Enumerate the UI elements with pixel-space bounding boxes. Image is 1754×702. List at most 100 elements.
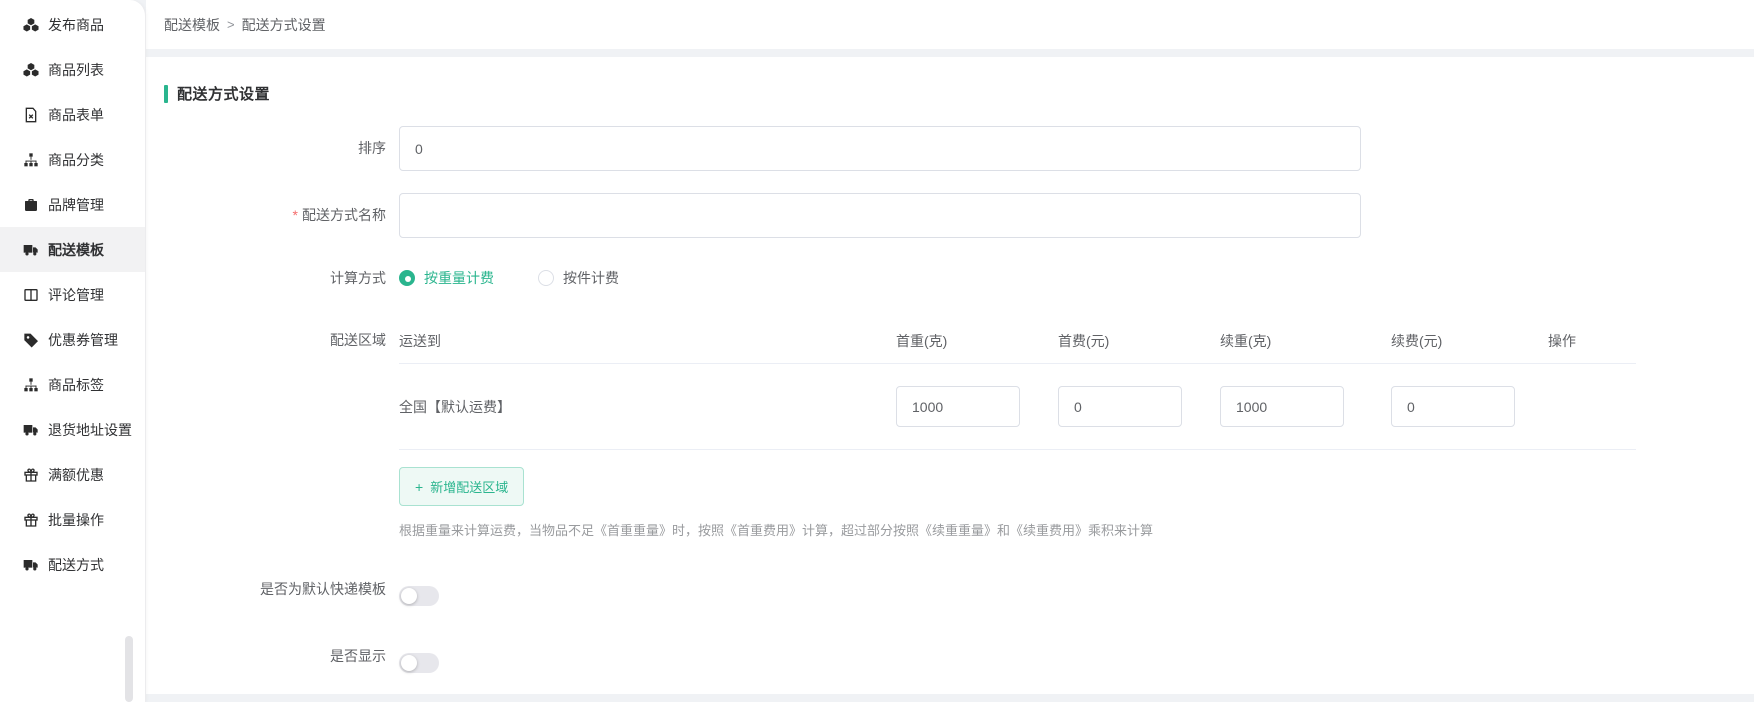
sidebar-item-5[interactable]: 配送模板 (0, 227, 145, 272)
area-table-header-4: 续费(元) (1391, 331, 1548, 351)
breadcrumb-parent[interactable]: 配送模板 (164, 15, 220, 35)
sidebar-menu: 发布商品商品列表商品表单商品分类品牌管理配送模板评论管理优惠券管理商品标签退货地… (0, 2, 145, 587)
sidebar-item-3[interactable]: 商品分类 (0, 137, 145, 182)
sort-input[interactable] (399, 126, 1361, 171)
sidebar-item-label: 优惠券管理 (48, 330, 118, 350)
default-template-field (399, 574, 1754, 606)
breadcrumb-separator: > (227, 17, 235, 32)
breadcrumb-bar: 配送模板 > 配送方式设置 (146, 0, 1754, 49)
default-template-row: 是否为默认快递模板 (164, 567, 1754, 612)
cubes-icon (23, 17, 39, 33)
required-asterisk: * (293, 207, 298, 223)
title-accent-bar (164, 85, 168, 103)
first-weight-input[interactable] (896, 386, 1020, 427)
area-table-header-0: 运送到 (399, 331, 896, 351)
gift-icon (23, 467, 39, 483)
delivery-area-table: 运送到首重(克)首费(元)续重(克)续费(元)操作 全国【默认运费】 (399, 318, 1636, 450)
cubes-icon (23, 62, 39, 78)
content-panel: 配送方式设置 排序 *配送方式名称 计算方式 按重量计 (146, 57, 1754, 694)
truck-icon (23, 557, 39, 573)
sort-row: 排序 (164, 126, 1754, 171)
sidebar-item-label: 退货地址设置 (48, 420, 132, 440)
sidebar-item-6[interactable]: 评论管理 (0, 272, 145, 317)
sidebar-scrollbar-thumb[interactable] (125, 636, 133, 702)
sitemap-icon (23, 152, 39, 168)
sidebar-item-label: 满额优惠 (48, 465, 104, 485)
sidebar-item-9[interactable]: 退货地址设置 (0, 407, 145, 452)
sidebar-item-12[interactable]: 配送方式 (0, 542, 145, 587)
sidebar-item-8[interactable]: 商品标签 (0, 362, 145, 407)
sidebar-item-4[interactable]: 品牌管理 (0, 182, 145, 227)
calc-method-row: 计算方式 按重量计费 按件计费 (164, 268, 1754, 288)
sidebar-item-label: 发布商品 (48, 15, 104, 35)
visible-row: 是否显示 (164, 634, 1754, 679)
plus-icon: + (415, 479, 423, 495)
delivery-area-block: 运送到首重(克)首费(元)续重(克)续费(元)操作 全国【默认运费】 + 新增配… (399, 318, 1754, 539)
area-table-cell (1391, 386, 1548, 427)
add-delivery-area-label: 新增配送区域 (430, 477, 508, 496)
calc-method-radio-1[interactable]: 按件计费 (538, 268, 619, 288)
sort-label: 排序 (164, 126, 399, 171)
sidebar-item-label: 评论管理 (48, 285, 104, 305)
delivery-area-row: 配送区域 运送到首重(克)首费(元)续重(克)续费(元)操作 全国【默认运费】 … (164, 318, 1754, 539)
radio-label: 按件计费 (563, 268, 619, 288)
gift-icon (23, 512, 39, 528)
main-column: 配送模板 > 配送方式设置 配送方式设置 排序 *配送方式名称 (146, 0, 1754, 702)
area-table-cell (1058, 386, 1220, 427)
toggle-knob (401, 655, 417, 671)
delivery-name-input[interactable] (399, 193, 1361, 238)
next-fee-input[interactable] (1391, 386, 1515, 427)
area-table-cell (1220, 386, 1391, 427)
toggle-knob (401, 588, 417, 604)
delivery-area-table-header: 运送到首重(克)首费(元)续重(克)续费(元)操作 (399, 318, 1636, 364)
breadcrumb-current: 配送方式设置 (242, 15, 326, 35)
sidebar-item-label: 商品标签 (48, 375, 104, 395)
name-field-wrap (399, 193, 1754, 238)
sidebar-item-1[interactable]: 商品列表 (0, 47, 145, 92)
visible-field (399, 641, 1754, 673)
sort-field-wrap (399, 126, 1754, 171)
calc-method-options: 按重量计费 按件计费 (399, 268, 1754, 288)
visible-toggle[interactable] (399, 653, 439, 673)
name-label: *配送方式名称 (164, 193, 399, 238)
delivery-area-table-body: 全国【默认运费】 (399, 364, 1636, 450)
columns-icon (23, 287, 39, 303)
default-template-toggle[interactable] (399, 586, 439, 606)
add-delivery-area-button[interactable]: + 新增配送区域 (399, 467, 524, 506)
app-root: 发布商品商品列表商品表单商品分类品牌管理配送模板评论管理优惠券管理商品标签退货地… (0, 0, 1754, 702)
sitemap-icon (23, 377, 39, 393)
sidebar-item-label: 品牌管理 (48, 195, 104, 215)
page-title: 配送方式设置 (177, 83, 270, 104)
default-template-label: 是否为默认快递模板 (164, 567, 399, 612)
area-table-header-1: 首重(克) (896, 331, 1058, 351)
next-weight-input[interactable] (1220, 386, 1344, 427)
radio-circle-icon (399, 270, 415, 286)
sidebar-item-label: 配送模板 (48, 240, 104, 260)
calc-method-radio-0[interactable]: 按重量计费 (399, 268, 494, 288)
area-destination: 全国【默认运费】 (399, 397, 896, 417)
area-table-header-5: 操作 (1548, 331, 1636, 351)
truck-icon (23, 242, 39, 258)
calc-method-label: 计算方式 (164, 268, 399, 288)
file-icon (23, 107, 39, 123)
sidebar-item-label: 配送方式 (48, 555, 104, 575)
delivery-area-label: 配送区域 (164, 318, 399, 539)
first-fee-input[interactable] (1058, 386, 1182, 427)
sidebar-item-2[interactable]: 商品表单 (0, 92, 145, 137)
page-title-row: 配送方式设置 (164, 83, 1754, 104)
briefcase-icon (23, 197, 39, 213)
sidebar-item-10[interactable]: 满额优惠 (0, 452, 145, 497)
sidebar-item-0[interactable]: 发布商品 (0, 2, 145, 47)
name-label-text: 配送方式名称 (302, 207, 386, 223)
weight-calc-help-text: 根据重量来计算运费，当物品不足《首重重量》时，按照《首重费用》计算，超过部分按照… (399, 520, 1754, 539)
area-table-row: 全国【默认运费】 (399, 364, 1636, 450)
sidebar-item-label: 商品表单 (48, 105, 104, 125)
name-row: *配送方式名称 (164, 193, 1754, 238)
radio-label: 按重量计费 (424, 268, 494, 288)
area-table-header-3: 续重(克) (1220, 331, 1391, 351)
radio-circle-icon (538, 270, 554, 286)
visible-label: 是否显示 (164, 634, 399, 679)
delivery-method-form: 排序 *配送方式名称 计算方式 按重量计费 按件计费 配送区域 (164, 126, 1754, 679)
sidebar-item-7[interactable]: 优惠券管理 (0, 317, 145, 362)
sidebar-item-11[interactable]: 批量操作 (0, 497, 145, 542)
